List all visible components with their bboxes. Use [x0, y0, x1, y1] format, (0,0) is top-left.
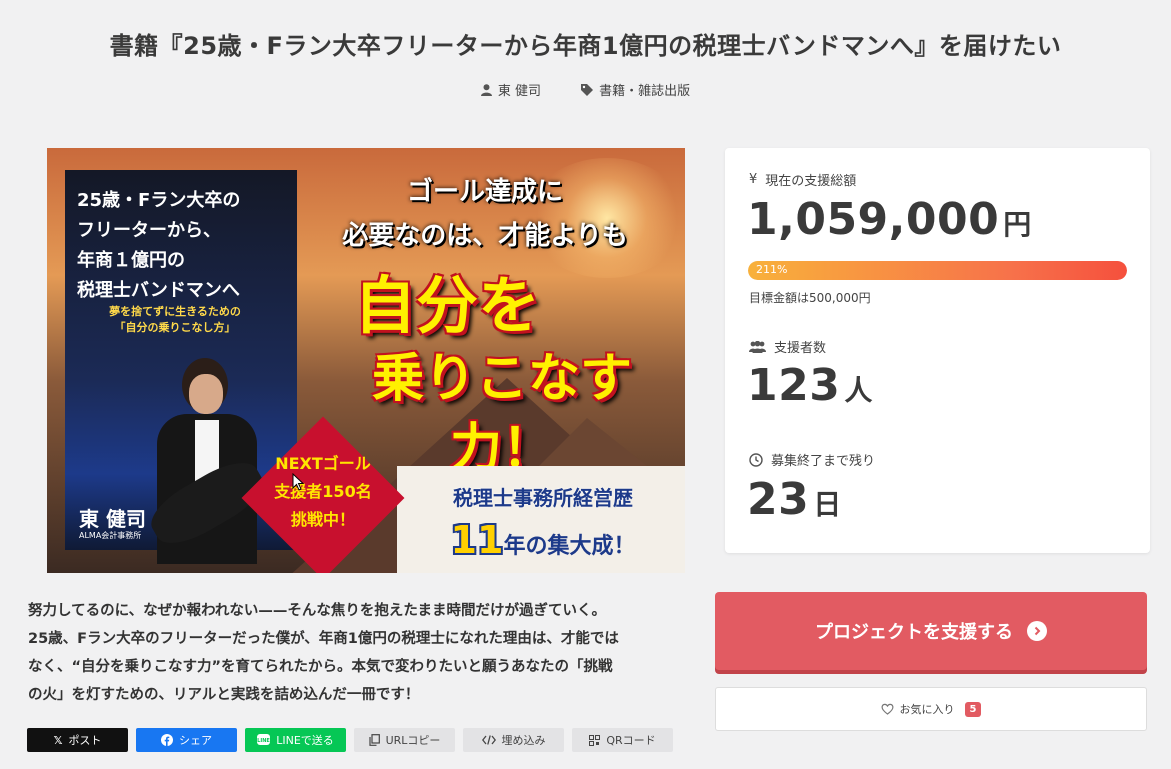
- support-button-label: プロジェクトを支援する: [815, 622, 1013, 642]
- amount-label: 現在の支援総額: [765, 174, 857, 189]
- book-cover-title: 25歳・Fラン大卒の フリーターから、 年商１億円の 税理士バンドマンへ: [77, 190, 241, 301]
- code-icon: [481, 735, 496, 745]
- author-link[interactable]: 東 健司: [480, 80, 542, 99]
- users-icon: [749, 340, 766, 353]
- tag-icon: [581, 83, 594, 96]
- next-goal-text: NEXTゴール 支援者150名 挑戦中！: [274, 454, 372, 529]
- mouse-cursor-icon: [292, 473, 304, 491]
- amount-label-row: ¥ 現在の支援総額: [749, 170, 856, 189]
- project-hero-image[interactable]: 25歳・Fラン大卒の フリーターから、 年商１億円の 税理士バンドマンへ 夢を捨…: [47, 148, 685, 573]
- banner-line-1: 税理士事務所経営歴: [453, 486, 633, 510]
- embed-button[interactable]: 埋め込み: [463, 728, 564, 752]
- goal-amount: 目標金額は500,000円: [749, 291, 871, 305]
- supporters-label-row: 支援者数: [749, 337, 826, 356]
- supporters-unit: 人: [844, 374, 873, 407]
- hero-author-org: ALMA会計事務所: [79, 531, 142, 540]
- amount-value: 1,059,000: [747, 194, 1000, 245]
- amount-value-row: 1,059,000 円: [747, 194, 1031, 245]
- funding-progress-bar: 211%: [748, 261, 1127, 280]
- facebook-icon: [161, 734, 173, 746]
- svg-text:LINE: LINE: [257, 738, 270, 744]
- support-project-button[interactable]: プロジェクトを支援する: [715, 592, 1147, 670]
- chevron-right-icon: [1027, 621, 1047, 641]
- favorite-count-badge: 5: [964, 701, 982, 717]
- share-line-button[interactable]: LINE LINEで送る: [245, 728, 346, 752]
- project-description: 努力してるのに、なぜか報われない——そんな焦りを抱えたまま時間だけが過ぎていく。…: [28, 603, 619, 703]
- share-facebook-button[interactable]: シェア: [136, 728, 237, 752]
- category-name: 書籍・雑誌出版: [599, 84, 691, 99]
- favorite-button[interactable]: お気に入り 5: [715, 687, 1147, 731]
- progress-percent: 211%: [756, 263, 788, 276]
- remaining-value: 23: [747, 474, 810, 525]
- funding-stats-card: ¥ 現在の支援総額 1,059,000 円 211% 目標金額は500,000円 …: [725, 148, 1150, 553]
- project-meta: 東 健司 書籍・雑誌出版: [0, 80, 1171, 99]
- progress-fill: [748, 261, 1127, 280]
- clock-icon: [749, 452, 763, 467]
- author-name: 東 健司: [497, 84, 542, 99]
- hero-heading: ゴール達成に 必要なのは、才能よりも: [342, 177, 628, 251]
- heart-icon: [881, 703, 894, 715]
- url-copy-button[interactable]: URLコピー: [354, 728, 455, 752]
- line-icon: LINE: [257, 734, 271, 745]
- qr-code-button[interactable]: QRコード: [572, 728, 673, 752]
- project-title: 書籍『25歳・Fラン大卒フリーターから年商1億円の税理士バンドマンへ』を届けたい: [109, 32, 1062, 60]
- x-logo-icon: 𝕏: [53, 733, 63, 747]
- hero-big-line-1: 自分を: [353, 269, 540, 342]
- copy-icon: [368, 734, 380, 746]
- remaining-unit: 日: [813, 488, 842, 521]
- remaining-label: 募集終了まで残り: [771, 454, 876, 469]
- yen-icon: ¥: [749, 172, 758, 187]
- supporters-value-row: 123 人: [747, 360, 872, 411]
- amount-unit: 円: [1003, 208, 1032, 241]
- hero-author-name: 東 健司: [79, 507, 146, 531]
- category-link[interactable]: 書籍・雑誌出版: [581, 80, 690, 99]
- supporters-value: 123: [747, 360, 841, 411]
- qr-icon: [589, 734, 601, 746]
- share-x-button[interactable]: 𝕏 ポスト: [27, 728, 128, 752]
- supporters-label: 支援者数: [774, 341, 827, 356]
- banner-line-2: 11年の集大成！: [450, 518, 636, 562]
- share-buttons: 𝕏 ポスト シェア LINE LINEで送る URLコピー 埋め込み QRコード: [27, 728, 673, 752]
- remaining-label-row: 募集終了まで残り: [749, 450, 875, 469]
- remaining-value-row: 23 日: [747, 474, 841, 525]
- book-cover-subtitle: 夢を捨てずに生きるための 「自分の乗りこなし方」: [109, 305, 241, 334]
- favorite-label: お気に入り: [899, 703, 955, 716]
- user-icon: [480, 83, 492, 96]
